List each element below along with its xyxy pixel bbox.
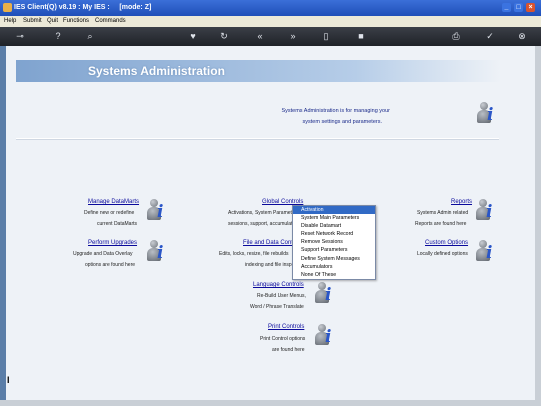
- heart-icon[interactable]: ♥: [187, 31, 199, 42]
- print-controls-desc-2: are found here: [272, 347, 305, 353]
- menu-item-none-of-these[interactable]: None Of These: [293, 271, 375, 279]
- menu-quit[interactable]: Quit: [47, 18, 58, 24]
- print-controls-desc-1: Print Control options: [260, 336, 306, 342]
- person-info-icon[interactable]: i: [314, 324, 334, 348]
- check-icon[interactable]: ✓: [484, 31, 496, 42]
- maximize-icon[interactable]: □: [514, 3, 523, 12]
- menu-functions[interactable]: Functions: [63, 18, 89, 24]
- cancel-icon[interactable]: ⊗: [516, 31, 528, 42]
- key-icon[interactable]: ⊸: [10, 31, 30, 42]
- reports-desc-1: Systems Admin related: [417, 210, 469, 216]
- global-controls-desc-1: Activations, System Parameters: [228, 210, 299, 216]
- menu-help[interactable]: Help: [4, 18, 16, 24]
- context-menu: Activation System Main Parameters Disabl…: [292, 205, 376, 280]
- perform-upgrades-desc-1: Upgrade and Data Overlay: [73, 251, 133, 257]
- menu-commands[interactable]: Commands: [95, 18, 126, 24]
- menu-item-activation[interactable]: Activation: [293, 206, 375, 215]
- person-info-icon[interactable]: i: [146, 240, 166, 264]
- divider: [16, 138, 499, 140]
- menu-item-support-parameters[interactable]: Support Parameters: [293, 246, 375, 254]
- intro-text: Systems Administration is for managing y…: [230, 106, 390, 128]
- right-strip: [535, 46, 541, 400]
- minimize-icon[interactable]: _: [502, 3, 511, 12]
- toolbar: ⊸ ? ⌕ ♥ ↻ « » ▯ ■ ⎙ ✓ ⊗: [0, 27, 541, 46]
- person-info-icon[interactable]: i: [146, 199, 166, 223]
- app-icon: [3, 3, 12, 12]
- search-icon[interactable]: ⌕: [84, 31, 96, 42]
- reports-desc-2: Reports are found here: [415, 221, 467, 227]
- custom-options-link[interactable]: Custom Options: [425, 240, 468, 246]
- print-controls-link[interactable]: Print Controls: [268, 324, 304, 330]
- close-icon[interactable]: ×: [526, 3, 535, 12]
- menu-item-define-system-messages[interactable]: Define System Messages: [293, 255, 375, 263]
- back-icon[interactable]: «: [254, 31, 266, 42]
- manage-datamarts-desc-1: Define new or redefine: [84, 210, 135, 216]
- forward-icon[interactable]: »: [287, 31, 299, 42]
- help-icon[interactable]: ?: [52, 31, 64, 42]
- menu-item-disable-datamart[interactable]: Disable Datamart: [293, 222, 375, 230]
- menu-item-reset-network-record[interactable]: Reset Network Record: [293, 230, 375, 238]
- document-icon[interactable]: ▯: [320, 31, 332, 42]
- person-info-icon[interactable]: i: [314, 282, 334, 306]
- language-controls-desc-2: Word / Phrase Translate: [250, 304, 304, 310]
- global-controls-desc-2: sessions, support, accumulators: [228, 221, 300, 227]
- person-info-icon[interactable]: i: [475, 199, 495, 223]
- file-data-controls-desc-1: Edits, locks, resize, file rebuilds: [219, 251, 289, 257]
- page-banner: Systems Administration: [16, 60, 501, 82]
- custom-options-desc-1: Locally defined options: [417, 251, 468, 257]
- perform-upgrades-link[interactable]: Perform Upgrades: [88, 240, 137, 246]
- reports-link[interactable]: Reports: [451, 199, 472, 205]
- menu-item-accumulators[interactable]: Accumulators: [293, 263, 375, 271]
- window-title: IES Client(Q) v8.19 : My IES : [mode: Z]: [14, 4, 152, 11]
- person-info-icon: i: [476, 102, 496, 126]
- text-cursor-icon: I: [7, 375, 10, 385]
- stop-icon[interactable]: ■: [355, 31, 367, 42]
- intro-line-1: Systems Administration is for managing y…: [281, 108, 390, 114]
- language-controls-desc-1: Re-Build User Menus,: [257, 293, 306, 299]
- print-icon[interactable]: ⎙: [450, 31, 462, 42]
- refresh-icon[interactable]: ↻: [218, 31, 230, 42]
- intro-line-2: system settings and parameters.: [302, 119, 382, 125]
- menu-item-system-main-parameters[interactable]: System Main Parameters: [293, 214, 375, 222]
- perform-upgrades-desc-2: options are found here: [85, 262, 136, 268]
- menu-bar: Help Submit Quit Functions Commands: [0, 16, 541, 27]
- language-controls-link[interactable]: Language Controls: [253, 282, 304, 288]
- title-bar: IES Client(Q) v8.19 : My IES : [mode: Z]…: [0, 0, 541, 16]
- manage-datamarts-desc-2: current DataMarts: [97, 221, 138, 227]
- menu-submit[interactable]: Submit: [23, 18, 42, 24]
- menu-item-remove-sessions[interactable]: Remove Sessions: [293, 238, 375, 246]
- manage-datamarts-link[interactable]: Manage DataMarts: [88, 199, 139, 205]
- person-info-icon[interactable]: i: [475, 240, 495, 264]
- page-title: Systems Administration: [88, 64, 225, 78]
